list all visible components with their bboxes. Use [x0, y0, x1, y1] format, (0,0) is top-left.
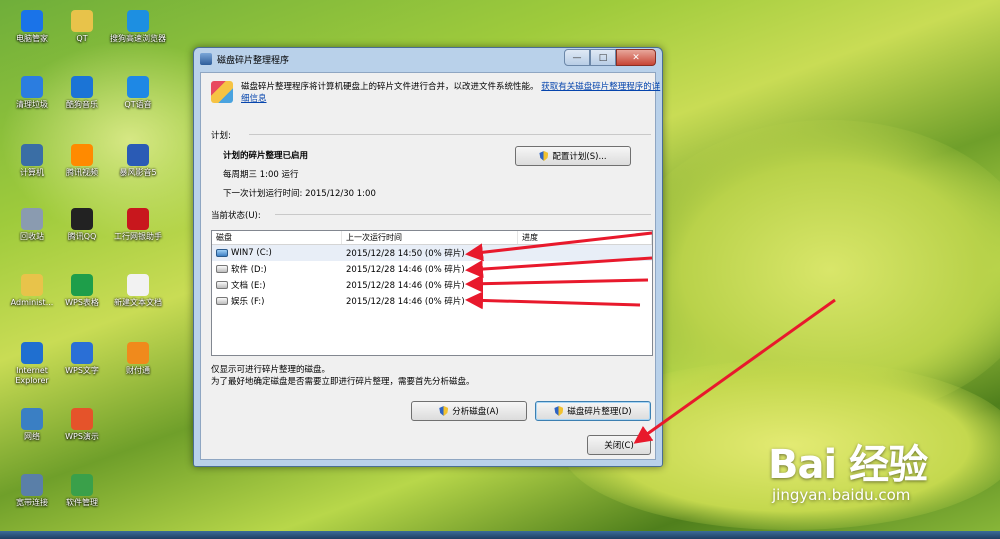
watermark-url: jingyan.baidu.com [772, 486, 911, 504]
taskbar[interactable] [0, 531, 1000, 539]
baidu-jingyan-logo: Bai 经验 [768, 442, 928, 488]
baidu-watermark: Bai 经验 jingyan.baidu.com [768, 432, 928, 504]
arrow-to-c-drive [465, 231, 653, 262]
arrow-to-close-button [633, 298, 836, 444]
arrow-to-d-drive [465, 256, 653, 279]
arrow-to-f-drive [465, 291, 641, 310]
arrow-to-e-drive [465, 274, 649, 293]
